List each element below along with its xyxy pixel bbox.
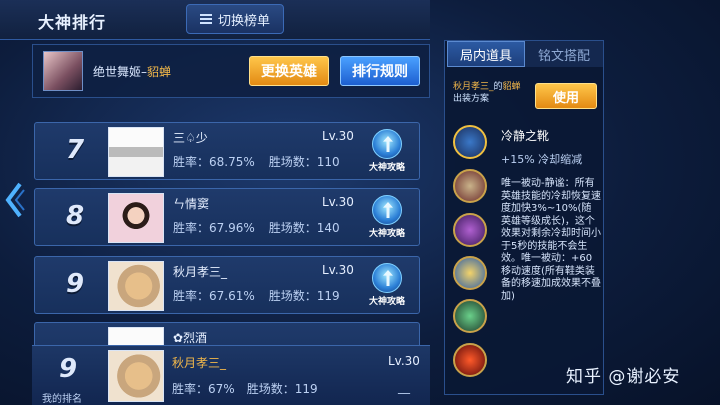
guide-button[interactable]: 大神攻略: [363, 263, 411, 309]
watermark: 知乎 @谢必安: [566, 367, 681, 387]
player-name: ㄣ情窦: [173, 197, 210, 211]
player-stats: 胜率：67.96% 胜场数：140: [173, 221, 340, 235]
chevron-left-icon[interactable]: [2, 180, 26, 220]
table-row[interactable]: 9 秋月孝三_ Lv.30 胜率：67.61% 胜场数：119 大神攻略: [34, 256, 420, 314]
my-dash: __: [398, 380, 410, 394]
item-icon[interactable]: [453, 256, 487, 290]
use-build-button[interactable]: 使用: [535, 83, 597, 109]
my-ranking-row: 9 我的排名 秋月孝三_ Lv.30 胜率：67% 胜场数：119 __: [32, 345, 430, 405]
player-name: 秋月孝三_: [173, 265, 228, 279]
my-player-stats: 胜率：67% 胜场数：119: [172, 382, 318, 396]
table-row[interactable]: ✿烈酒: [34, 322, 420, 345]
switch-ranking-button[interactable]: 切换榜单: [186, 4, 284, 34]
item-description: 唯一被动-静谧：所有英雄技能的冷却恢复速度加快3%~10%(随英雄等级成长)，这…: [501, 178, 601, 302]
item-icon[interactable]: [453, 169, 487, 203]
item-stat: +15% 冷却缩减: [501, 153, 583, 166]
avatar: [108, 193, 164, 243]
tab-runes[interactable]: 铭文搭配: [525, 41, 603, 67]
rank-number: 8: [65, 201, 85, 231]
my-player-level: Lv.30: [388, 354, 420, 368]
avatar: [108, 350, 164, 402]
ranking-rules-button[interactable]: 排行规则: [340, 56, 420, 86]
guide-icon: [372, 129, 402, 159]
build-owner: 秋月孝三_的貂蝉 出装方案: [453, 82, 521, 104]
table-row[interactable]: 7 三♤少 Lv.30 胜率：68.75% 胜场数：110 大神攻略: [34, 122, 420, 180]
table-row[interactable]: 8 ㄣ情窦 Lv.30 胜率：67.96% 胜场数：140 大神攻略: [34, 188, 420, 246]
guide-button[interactable]: 大神攻略: [363, 195, 411, 241]
my-rank-label: 我的排名: [42, 394, 82, 405]
page-title: 大神排行: [38, 13, 107, 32]
hero-portrait: [43, 51, 83, 91]
player-stats: 胜率：68.75% 胜场数：110: [173, 155, 340, 169]
hero-title: 绝世舞姬–貂蝉: [93, 65, 172, 79]
item-icon[interactable]: [453, 343, 487, 377]
player-level: Lv.30: [322, 129, 354, 143]
my-player-name: 秋月孝三_: [172, 356, 227, 370]
build-panel: 局内道具 铭文搭配 秋月孝三_的貂蝉 出装方案 使用 冷静之靴 +15% 冷却缩…: [444, 40, 604, 395]
player-name: ✿烈酒: [173, 331, 208, 345]
ranking-list[interactable]: 7 三♤少 Lv.30 胜率：68.75% 胜场数：110 大神攻略 8 ㄣ情窦 …: [32, 100, 430, 345]
player-level: Lv.30: [322, 195, 354, 209]
rank-number: 7: [65, 135, 85, 165]
change-hero-button[interactable]: 更换英雄: [249, 56, 329, 86]
switch-ranking-label: 切换榜单: [217, 13, 270, 29]
guide-icon: [372, 263, 402, 293]
hero-bar: 绝世舞姬–貂蝉 更换英雄 排行规则: [32, 44, 430, 98]
player-stats: 胜率：67.61% 胜场数：119: [173, 289, 340, 303]
item-icon[interactable]: [453, 213, 487, 247]
avatar: [108, 327, 164, 345]
tab-items[interactable]: 局内道具: [447, 41, 525, 67]
item-title: 冷静之靴: [501, 129, 550, 143]
top-bar: 大神排行 切换榜单: [0, 0, 430, 40]
guide-button[interactable]: 大神攻略: [363, 129, 411, 175]
my-rank-number: 9: [58, 354, 78, 384]
player-name: 三♤少: [173, 131, 208, 145]
item-icon[interactable]: [453, 299, 487, 333]
player-level: Lv.30: [322, 263, 354, 277]
boots-icon[interactable]: [453, 125, 487, 159]
avatar: [108, 127, 164, 177]
list-icon: [199, 14, 212, 24]
guide-icon: [372, 195, 402, 225]
avatar: [108, 261, 164, 311]
rank-number: 9: [65, 269, 85, 299]
